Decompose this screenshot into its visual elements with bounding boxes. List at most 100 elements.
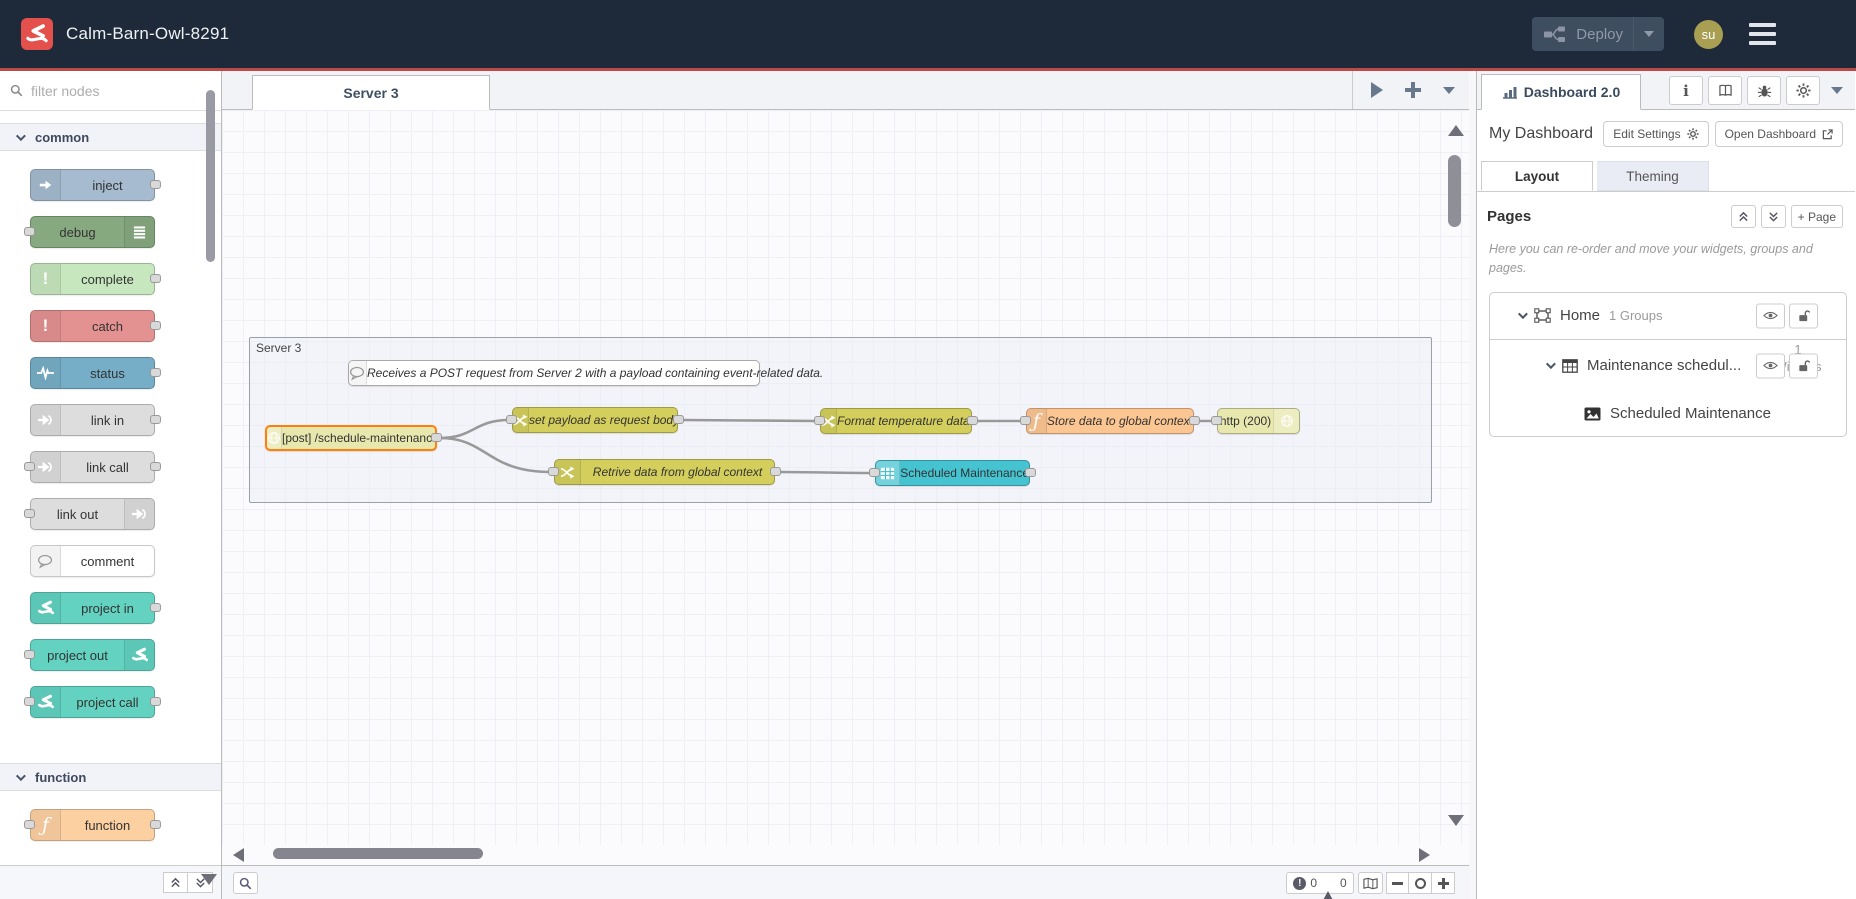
move-page-down-button[interactable] [1760,205,1786,228]
add-flow-button[interactable] [1405,82,1421,98]
globe-icon [1273,409,1299,433]
deploy-options-button[interactable] [1633,17,1664,51]
palette-filter-placeholder: filter nodes [31,82,100,99]
tree-row-home[interactable]: Home 1 Groups [1490,293,1846,340]
zoom-out-button[interactable] [1386,872,1409,894]
eye-icon [1763,311,1778,320]
flow-tab-server3[interactable]: Server 3 [252,75,490,110]
flow-node-sched-table[interactable]: Scheduled Maintenance [869,460,1036,486]
node-input-port[interactable] [506,415,517,424]
chevron-down-icon [15,130,26,141]
canvas-search-button[interactable] [233,872,258,894]
canvas-vscrollbar-thumb[interactable] [1448,155,1461,227]
node-input-port[interactable] [1020,416,1031,425]
open-dashboard-button[interactable]: Open Dashboard [1714,121,1843,147]
bug-icon [1757,85,1771,97]
sidebar-tabbar: Dashboard 2.0 i [1477,71,1855,110]
palette-node-link-out[interactable]: link out [24,498,155,530]
canvas-scroll-left-arrow[interactable] [233,848,244,862]
node-port [150,274,161,283]
user-avatar[interactable]: su [1694,19,1723,49]
palette-node-inject[interactable]: inject [30,169,161,201]
chevron-down-icon[interactable] [1545,359,1556,370]
flow-node-set-payload[interactable]: set payload as request body [506,407,684,433]
palette-node-complete[interactable]: ! complete [30,263,161,295]
node-output-port[interactable] [1025,468,1036,477]
node-input-port[interactable] [1211,416,1222,425]
node-output-port[interactable] [673,415,684,424]
palette-node-status[interactable]: status [30,357,161,389]
canvas-hscrollbar[interactable] [222,845,1469,865]
palette-node-catch[interactable]: ! catch [30,310,161,342]
canvas-scroll-right-arrow[interactable] [1419,848,1430,862]
node-output-port[interactable] [770,467,781,476]
help-tab-button[interactable] [1708,76,1742,105]
flow-node-store-global[interactable]: ƒ Store data to global context [1020,408,1200,434]
flow-node-label: Store data to global context [1046,414,1193,428]
node-input-port[interactable] [548,467,559,476]
flow-node-http200[interactable]: http (200) [1211,408,1300,434]
palette-node-label: inject [92,177,123,193]
chevron-down-icon[interactable] [1517,309,1528,320]
group-lock-button[interactable] [1789,353,1818,378]
canvas-scroll-down-arrow[interactable] [1448,815,1464,826]
sidebar-resize-handle[interactable] [1469,71,1477,899]
flow-node-label: Scheduled Maintenance [900,466,1029,480]
group-visibility-button[interactable] [1756,353,1785,378]
zoom-in-button[interactable] [1432,872,1455,894]
palette-filter[interactable]: filter nodes [0,71,221,111]
page-lock-button[interactable] [1789,303,1818,328]
navigator-button[interactable] [1358,872,1383,894]
node-input-port[interactable] [869,468,880,477]
palette-node-project-in[interactable]: project in [30,592,161,624]
page-frame-icon [1534,308,1551,323]
palette-node-label: project in [81,600,134,616]
add-page-button[interactable]: + Page [1790,205,1843,228]
palette-node-link-in[interactable]: link in [30,404,161,436]
node-input-port[interactable] [814,416,825,425]
sidebar-tab-dashboard[interactable]: Dashboard 2.0 [1481,74,1641,110]
tab-scroll-right-icon[interactable] [1371,82,1383,98]
node-output-port[interactable] [431,433,442,442]
sidebar-tabs-dropdown[interactable] [1831,87,1843,94]
node-output-port[interactable] [1189,416,1200,425]
canvas-statusbar: ! 0 ! 0 [222,865,1469,899]
page-visibility-button[interactable] [1756,303,1785,328]
deploy-button[interactable]: Deploy [1532,17,1664,51]
palette-node-function[interactable]: ƒ function [24,809,161,841]
palette-scrollbar-thumb[interactable] [206,90,215,262]
palette-node-debug[interactable]: debug [24,216,155,248]
palette-node-project-call[interactable]: project call [24,686,161,718]
palette-category-common[interactable]: common [0,123,221,151]
tree-row-widget[interactable]: Scheduled Maintenance [1490,392,1846,436]
palette-scroll-down-arrow[interactable] [201,874,217,885]
palette-node-link-call[interactable]: link call [24,451,161,483]
flow-list-dropdown[interactable] [1443,86,1455,94]
canvas-scroll-up-arrow[interactable] [1448,125,1464,136]
move-page-up-button[interactable] [1730,205,1756,228]
palette-category-function[interactable]: function [0,763,221,791]
flow-canvas[interactable]: Server 3 Receives a POST request from Se… [222,110,1469,845]
notifications-toggle[interactable]: ! 0 ! 0 [1286,872,1354,899]
flow-node-post[interactable]: [post] /schedule-maintenance [265,425,442,451]
page-label: Home [1560,307,1601,324]
tree-row-group[interactable]: Maintenance schedul... 1 Widgets [1490,340,1846,392]
edit-settings-button[interactable]: Edit Settings [1603,121,1709,147]
debug-tab-button[interactable] [1747,76,1781,105]
flow-node-retrieve-global[interactable]: Retrive data from global context [548,459,781,485]
config-tab-button[interactable] [1786,76,1820,105]
canvas-hscrollbar-thumb[interactable] [273,848,483,859]
flow-node-comment1[interactable]: Receives a POST request from Server 2 wi… [348,360,823,386]
info-tab-button[interactable]: i [1669,76,1703,105]
link-icon [31,405,61,435]
palette-node-project-out[interactable]: project out [24,639,155,671]
tab-layout[interactable]: Layout [1481,161,1593,191]
main-menu-button[interactable] [1749,23,1776,45]
flow-node-format-temp[interactable]: Format temperature data. [814,408,978,434]
palette-node-comment[interactable]: comment [30,545,155,577]
tab-theming[interactable]: Theming [1597,161,1709,191]
image-icon [1584,407,1601,420]
node-output-port[interactable] [967,416,978,425]
collapse-all-categories-button[interactable] [163,872,188,893]
zoom-reset-button[interactable] [1409,872,1432,894]
